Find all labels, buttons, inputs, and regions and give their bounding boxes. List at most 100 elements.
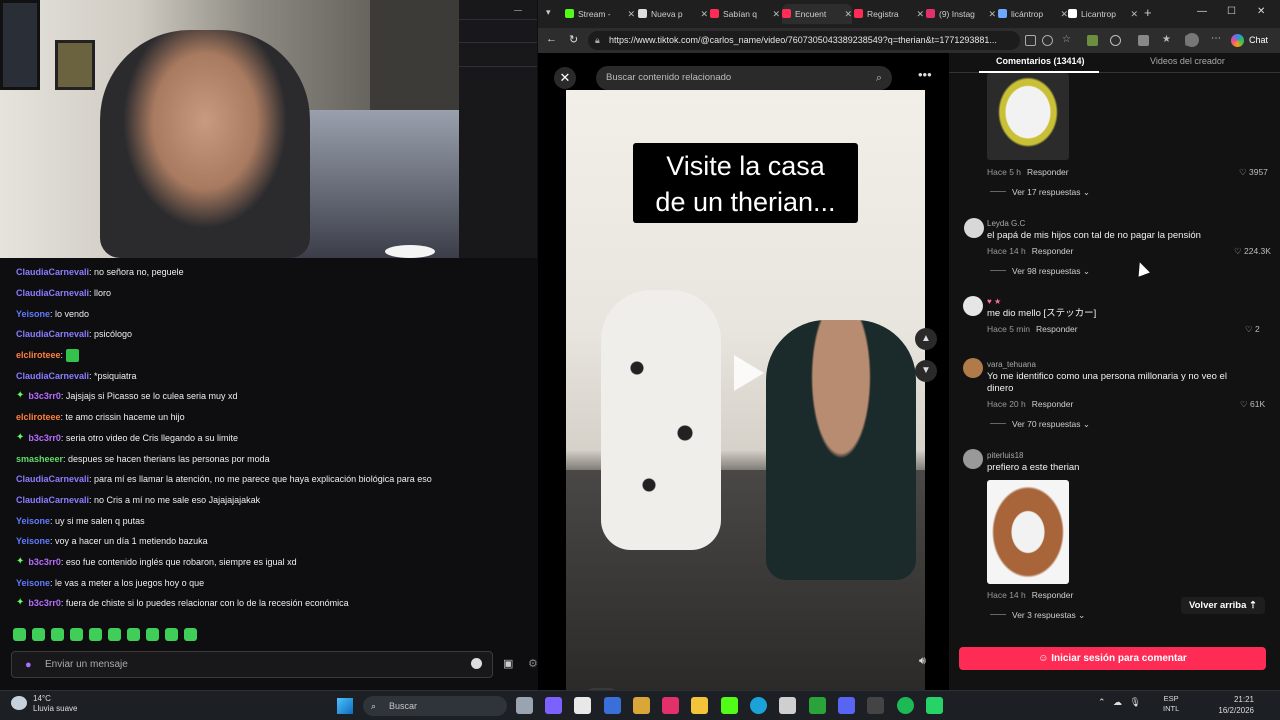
close-tab-icon[interactable]: ✕ [700, 4, 708, 24]
maximize-icon[interactable]: ☐ [1227, 6, 1236, 17]
chat-username[interactable]: Yeisone [16, 574, 50, 592]
system-tray[interactable]: ⌃ ☁ 🎙︎ [1098, 697, 1141, 708]
emote-icon[interactable] [51, 628, 64, 641]
back-icon[interactable]: ← [546, 33, 557, 45]
mic-icon[interactable]: ● [25, 659, 32, 671]
tab-comments[interactable]: Comentarios (13414) [996, 56, 1085, 66]
emote-icon[interactable] [32, 628, 45, 641]
language-indicator[interactable]: ESP INTL [1163, 694, 1179, 714]
emote-icon[interactable] [108, 628, 121, 641]
emote-icon[interactable] [165, 628, 178, 641]
view-replies-button[interactable]: Ver 70 respuestas ⌄ [990, 419, 1090, 430]
reload-icon[interactable]: ↻ [569, 33, 578, 46]
weather-widget[interactable]: 14°C Lluvia suave [11, 694, 77, 714]
chat-username[interactable]: ClaudiaCarnevali [16, 470, 89, 488]
new-tab-icon[interactable]: + [1144, 5, 1152, 20]
view-replies-button[interactable]: Ver 17 respuestas ⌄ [990, 187, 1090, 198]
volume-icon[interactable]: 🔊︎ [919, 655, 926, 668]
more-icon[interactable]: ⋯ [1211, 33, 1222, 44]
chat-username[interactable]: Yeisone [16, 512, 50, 530]
comment-image[interactable] [987, 73, 1069, 160]
search-icon[interactable]: ⌕ [876, 66, 882, 90]
comment-author[interactable]: vara_tehuana [987, 360, 1036, 369]
chat-username[interactable]: ClaudiaCarnevali [16, 367, 89, 385]
like-count[interactable]: ♡ 2 [1245, 324, 1260, 335]
reply-button[interactable]: Responder [1032, 246, 1074, 256]
minimize-icon[interactable]: — [1197, 6, 1207, 17]
reply-button[interactable]: Responder [1032, 590, 1074, 600]
zoom-icon[interactable] [1042, 35, 1053, 46]
browser-tab[interactable]: (9) Instag ✕ [926, 4, 996, 24]
like-count[interactable]: ♡ 224.3K [1234, 246, 1271, 257]
close-tab-icon[interactable]: ✕ [988, 4, 996, 24]
app-icon[interactable] [633, 697, 650, 714]
discord-icon[interactable] [838, 697, 855, 714]
tab-list-icon[interactable]: ▾ [546, 7, 551, 18]
chat-username[interactable]: Yeisone [16, 305, 50, 323]
windows-start-icon[interactable] [337, 698, 353, 714]
close-tab-icon[interactable]: ✕ [916, 4, 924, 24]
extension-icon[interactable] [1138, 35, 1149, 46]
next-video-icon[interactable]: ▼ [915, 360, 937, 382]
app-icon[interactable] [867, 697, 884, 714]
chat-username[interactable]: ClaudiaCarnevali [16, 263, 89, 281]
comment-author[interactable]: Leyda G.C [987, 219, 1025, 228]
reply-button[interactable]: Responder [1027, 167, 1069, 177]
view-replies-button[interactable]: Ver 3 respuestas ⌄ [990, 610, 1085, 621]
chat-username[interactable]: b3c3rr0 [28, 553, 61, 571]
app-icon[interactable] [545, 697, 562, 714]
taskbar-search[interactable]: ⌕ Buscar [363, 696, 507, 716]
more-options-icon[interactable]: ••• [918, 67, 932, 82]
instagram-icon[interactable] [662, 697, 679, 714]
close-tab-icon[interactable]: ✕ [627, 4, 635, 24]
store-icon[interactable] [779, 697, 796, 714]
close-tab-icon[interactable]: ✕ [772, 4, 780, 24]
browser-tab[interactable]: licántrop ✕ [998, 4, 1068, 24]
profile-icon[interactable] [1185, 33, 1199, 47]
browser-tab[interactable]: Sabían q ✕ [710, 4, 780, 24]
avatar[interactable] [964, 218, 984, 238]
comment-image[interactable] [987, 480, 1069, 584]
avatar[interactable] [963, 358, 983, 378]
close-tab-icon[interactable]: ✕ [1060, 4, 1068, 24]
copilot-chat-button[interactable]: Chat [1231, 32, 1268, 49]
chat-username[interactable]: b3c3rr0 [28, 429, 61, 447]
close-tab-icon[interactable]: ✕ [1130, 4, 1138, 24]
view-replies-button[interactable]: Ver 98 respuestas ⌄ [990, 266, 1090, 277]
previous-video-icon[interactable]: ▲ [915, 328, 937, 350]
read-mode-icon[interactable] [1025, 35, 1036, 46]
chat-username[interactable]: b3c3rr0 [28, 387, 61, 405]
emote-icon[interactable] [89, 628, 102, 641]
emote-icon[interactable] [146, 628, 159, 641]
like-count[interactable]: ♡ 61K [1240, 399, 1265, 410]
chat-username[interactable]: ClaudiaCarnevali [16, 491, 89, 509]
chat-username[interactable]: ClaudiaCarnevali [16, 284, 89, 302]
clock[interactable]: 21:21 16/2/2026 [1214, 694, 1254, 716]
avatar[interactable] [963, 449, 983, 469]
browser-tab[interactable]: Encuent ✕ [782, 4, 852, 24]
whatsapp-icon[interactable] [926, 697, 943, 714]
chat-username[interactable]: smasheeer [16, 450, 63, 468]
comment-author-emoji[interactable]: ♥ ★ [987, 297, 1001, 306]
browser-tab[interactable]: Nueva p ✕ [638, 4, 708, 24]
browser-tab[interactable]: Stream - ✕ [565, 4, 635, 24]
chat-username[interactable]: ClaudiaCarnevali [16, 325, 89, 343]
like-count[interactable]: ♡ 3957 [1239, 167, 1268, 178]
back-to-top-button[interactable]: Volver arriba ⇡ [1181, 597, 1265, 614]
url-field[interactable]: 🔒︎ https://www.tiktok.com/@carlos_name/v… [588, 31, 1020, 50]
avatar[interactable] [963, 296, 983, 316]
extension-icon[interactable] [1087, 35, 1098, 46]
favorite-icon[interactable]: ☆ [1062, 34, 1073, 45]
play-icon[interactable] [734, 355, 764, 391]
emote-icon[interactable] [184, 628, 197, 641]
chat-username[interactable]: elcliroteee [16, 408, 61, 426]
video-player[interactable]: Visite la casa de un therian... ⧉ [566, 90, 925, 690]
browser-tab[interactable]: Registra ✕ [854, 4, 924, 24]
task-view-icon[interactable] [516, 697, 533, 714]
tab-creator-videos[interactable]: Videos del creador [1150, 56, 1225, 66]
emote-icon[interactable] [127, 628, 140, 641]
emote-icon[interactable] [13, 628, 26, 641]
sync-icon[interactable] [1110, 35, 1121, 46]
reply-button[interactable]: Responder [1032, 399, 1074, 409]
emoji-icon[interactable] [471, 658, 482, 669]
